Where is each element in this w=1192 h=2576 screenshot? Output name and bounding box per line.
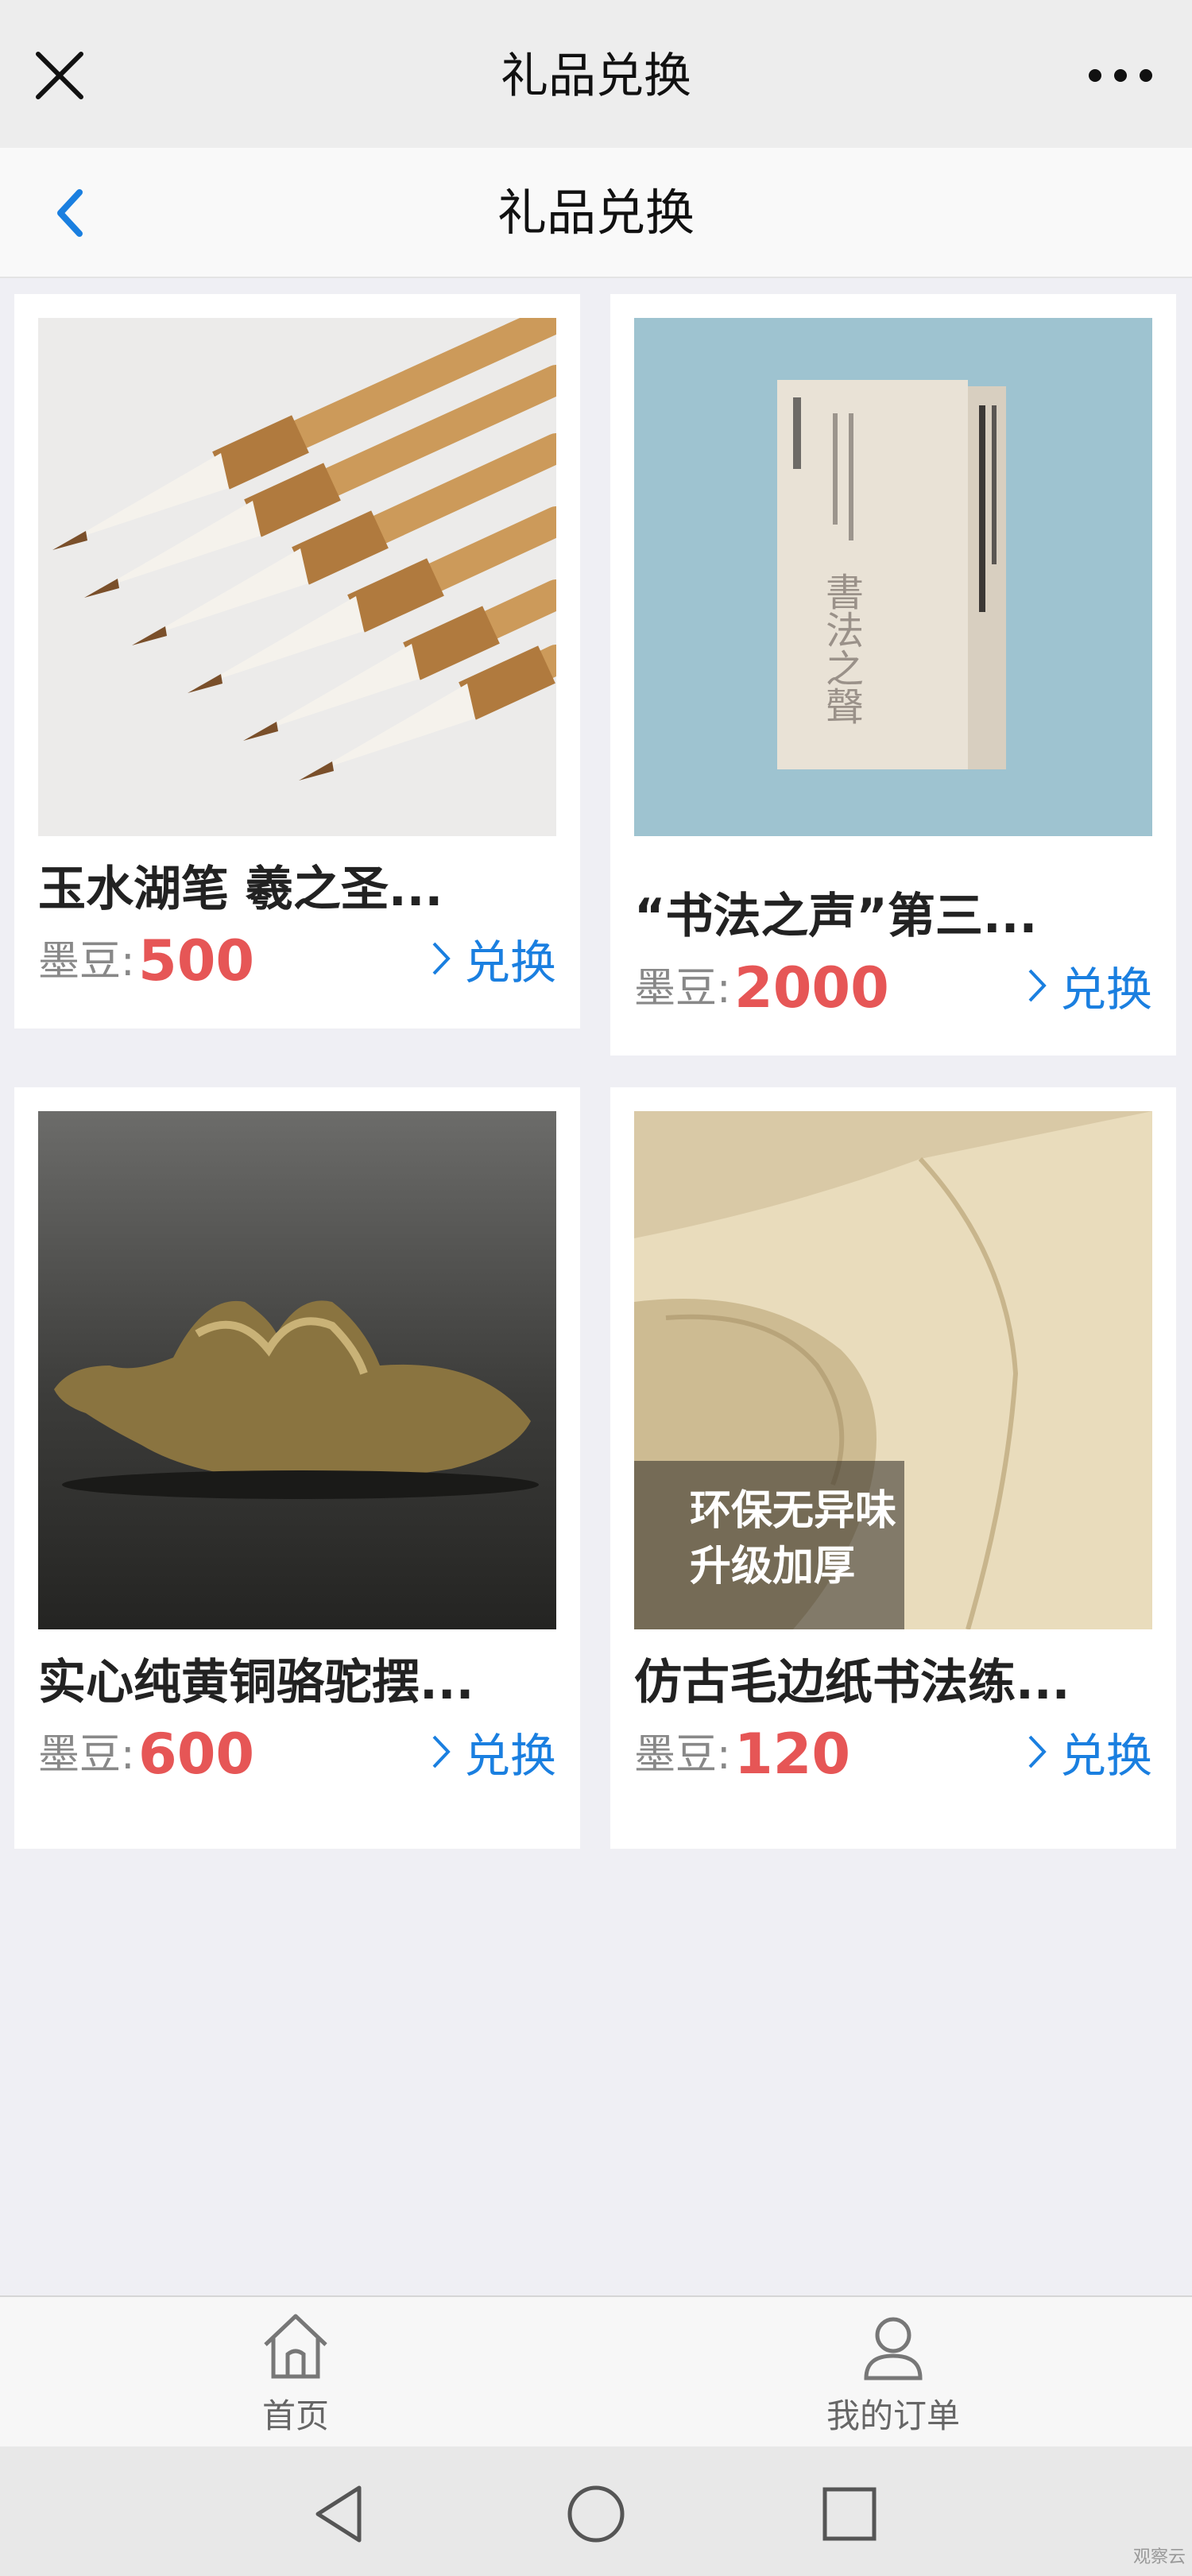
redeem-button[interactable]: 兑换 — [1027, 1720, 1152, 1784]
chevron-right-icon — [432, 942, 451, 975]
product-card[interactable]: 玉水湖笔 羲之圣... 墨豆: 500 兑换 — [14, 294, 580, 1028]
price-row: 墨豆: 600 兑换 — [38, 1715, 556, 1787]
redeem-button[interactable]: 兑换 — [1027, 954, 1152, 1017]
price-value: 500 — [138, 928, 255, 994]
user-icon — [864, 2317, 923, 2380]
product-image-camel[interactable] — [38, 1111, 556, 1629]
price-label: 墨豆: — [38, 1731, 135, 1779]
price-label: 墨豆: — [634, 965, 731, 1013]
redeem-label: 兑换 — [1059, 963, 1152, 1017]
product-card[interactable]: 环保无异味 升级加厚 仿古毛边纸书法练... 墨豆: 120 兑换 — [610, 1087, 1176, 1849]
price-value: 600 — [138, 1722, 255, 1787]
tab-home[interactable]: 首页 — [176, 2297, 415, 2448]
redeem-label: 兑换 — [463, 935, 556, 990]
chevron-right-icon — [1028, 1735, 1047, 1768]
product-card[interactable]: 書法之聲 “书法之声”第三... 墨豆: 2000 兑换 — [610, 294, 1176, 1056]
watermark: 观察云 — [1132, 2547, 1186, 2567]
bottom-tab-bar: 首页 我的订单 — [0, 2295, 1192, 2446]
price-row: 墨豆: 2000 兑换 — [634, 949, 1152, 1021]
system-nav-bar: 观察云 — [0, 2446, 1192, 2576]
window-title: 礼品兑换 — [501, 48, 691, 104]
product-name: 实心纯黄铜骆驼摆... — [38, 1655, 474, 1710]
tab-orders-label: 我的订单 — [826, 2396, 960, 2435]
more-icon[interactable] — [1089, 64, 1152, 87]
wechat-top-bar: 礼品兑换 — [0, 0, 1192, 148]
price-row: 墨豆: 500 兑换 — [38, 922, 556, 994]
price-label: 墨豆: — [38, 938, 135, 986]
product-image-paper[interactable]: 环保无异味 升级加厚 — [634, 1111, 1152, 1629]
tab-orders[interactable]: 我的订单 — [774, 2297, 1012, 2448]
page-title: 礼品兑换 — [497, 184, 695, 242]
page-header: 礼品兑换 — [0, 148, 1192, 278]
redeem-label: 兑换 — [1059, 1729, 1152, 1783]
price-row: 墨豆: 120 兑换 — [634, 1715, 1152, 1787]
product-image-book[interactable]: 書法之聲 — [634, 318, 1152, 836]
close-icon[interactable] — [32, 48, 87, 103]
price-value: 2000 — [734, 955, 889, 1021]
chevron-right-icon — [432, 1735, 451, 1768]
chevron-right-icon — [1028, 969, 1047, 1002]
image-caption-1: 环保无异味 — [690, 1487, 896, 1535]
redeem-button[interactable]: 兑换 — [431, 927, 556, 990]
chevron-left-icon[interactable] — [45, 181, 100, 245]
circle-home-icon[interactable] — [560, 2478, 632, 2550]
product-image-brushes[interactable] — [38, 318, 556, 836]
square-recents-icon[interactable] — [814, 2478, 885, 2550]
product-name: “书法之声”第三... — [634, 889, 1038, 944]
redeem-button[interactable]: 兑换 — [431, 1720, 556, 1784]
price-label: 墨豆: — [634, 1731, 731, 1779]
price-value: 120 — [734, 1722, 851, 1787]
redeem-label: 兑换 — [463, 1729, 556, 1783]
product-name: 玉水湖笔 羲之圣... — [38, 862, 443, 917]
book-cover-text: 書法之聲 — [819, 572, 863, 725]
triangle-back-icon[interactable] — [305, 2478, 377, 2550]
home-icon — [264, 2314, 327, 2379]
product-name: 仿古毛边纸书法练... — [634, 1655, 1070, 1710]
product-card[interactable]: 实心纯黄铜骆驼摆... 墨豆: 600 兑换 — [14, 1087, 580, 1849]
image-caption-2: 升级加厚 — [690, 1543, 855, 1590]
tab-home-label: 首页 — [261, 2396, 329, 2435]
